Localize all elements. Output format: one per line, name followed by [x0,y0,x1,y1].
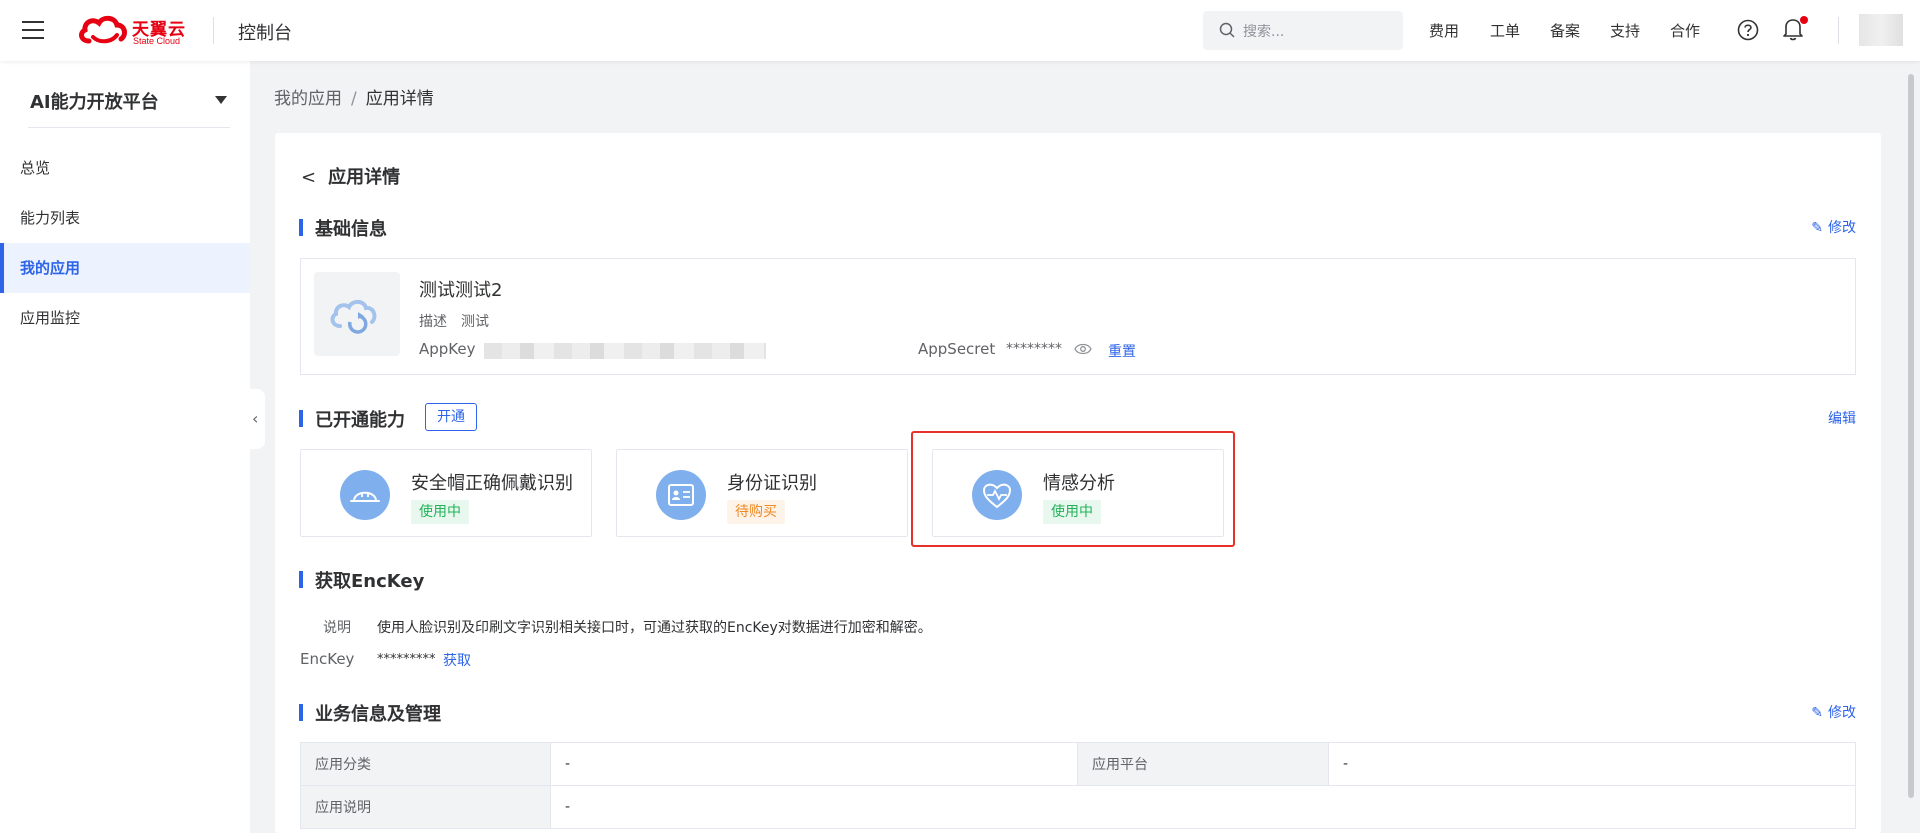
platform-title[interactable]: AI能力开放平台 [30,88,159,114]
appsecret-label: AppSecret [918,340,996,358]
desc-label: 描述 [419,314,447,330]
sidebar-item-capability-list[interactable]: 能力列表 [0,193,250,243]
app-name: 测试测试2 [419,280,503,301]
nav-support[interactable]: 支持 [1610,20,1640,41]
chevron-left-icon: ‹ [252,409,259,428]
edit-business-button[interactable]: ✎ 修改 [1811,702,1856,722]
desc-value: 测试 [461,314,489,330]
edit-label: 修改 [1828,220,1856,236]
get-enckey-button[interactable]: 获取 [443,650,471,670]
section-title-enckey: 获取EncKey [299,567,424,593]
divider [28,127,230,128]
table-label-cell: 应用平台 [1077,742,1329,786]
logo[interactable]: 天翼云 State Cloud [77,13,191,49]
page-title: 应用详情 [328,167,401,188]
reset-secret-button[interactable]: 重置 [1108,341,1136,361]
id-card-icon [656,470,706,520]
enckey-value: ********* [377,652,436,667]
avatar[interactable] [1859,14,1903,46]
capability-card-id-card[interactable]: 身份证识别 待购买 [616,449,908,537]
menu-icon[interactable] [22,21,44,39]
nav-cooperation[interactable]: 合作 [1670,20,1700,41]
nav-filing[interactable]: 备案 [1550,20,1580,41]
main-card: < 应用详情 基础信息 ✎ 修改 测试测试2 描述 测试 AppKey AppSec… [275,133,1881,833]
breadcrumb: 我的应用 / 应用详情 [274,84,434,109]
status-badge: 使用中 [411,500,469,524]
enckey-label: EncKey [300,650,355,668]
enckey-desc-label: 说明 [323,620,351,636]
enckey-desc-text: 使用人脸识别及印刷文字识别相关接口时，可通过获取的EncKey对数据进行加密和解… [377,620,932,636]
capability-name: 身份证识别 [727,473,817,494]
edit-label: 修改 [1828,705,1856,721]
sidebar-item-app-monitor[interactable]: 应用监控 [0,293,250,343]
divider [213,17,214,44]
table-row: 应用说明 - [300,785,1856,829]
appkey-value-masked [484,343,766,359]
help-icon[interactable] [1737,19,1759,41]
section-title-capabilities: 已开通能力 [299,406,405,432]
sidebar-item-my-apps[interactable]: 我的应用 [0,243,250,293]
appkey-label: AppKey [419,340,476,358]
table-value-cell: - [1328,742,1856,786]
edit-icon: ✎ [1811,705,1823,721]
sidebar-collapse-button[interactable]: ‹ [250,389,265,449]
caret-down-icon[interactable] [215,96,227,104]
helmet-icon [340,470,390,520]
search-placeholder: 搜索... [1243,24,1285,40]
divider [1838,17,1839,44]
table-row: 应用分类 - 应用平台 - [300,742,1856,786]
sidebar-item-overview[interactable]: 总览 [0,143,250,193]
cloud-logo-icon [79,15,127,44]
top-bar: 天翼云 State Cloud 控制台 搜索... 费用 工单 备案 支持 合作 [0,0,1920,61]
nav-tickets[interactable]: 工单 [1490,20,1520,41]
open-capability-button[interactable]: 开通 [425,403,477,431]
capability-card-helmet[interactable]: 安全帽正确佩戴识别 使用中 [300,449,592,537]
status-badge: 待购买 [727,500,785,524]
table-value-cell: - [550,742,1078,786]
table-label-cell: 应用说明 [300,785,551,829]
business-info-table: 应用分类 - 应用平台 - 应用说明 - [300,742,1856,829]
search-icon [1219,22,1235,38]
logo-text-en: State Cloud [133,36,181,46]
table-label-cell: 应用分类 [300,742,551,786]
edit-icon: ✎ [1811,220,1823,236]
section-title-business: 业务信息及管理 [299,700,441,726]
section-title-basic: 基础信息 [299,215,387,241]
sidebar: AI能力开放平台 总览 能力列表 我的应用 应用监控 [0,61,250,833]
capability-name: 安全帽正确佩戴识别 [411,473,573,494]
scrollbar[interactable] [1908,74,1914,798]
table-value-cell: - [550,785,1856,829]
back-button[interactable]: < 应用详情 [301,163,400,189]
eye-icon[interactable] [1074,342,1092,356]
breadcrumb-current: 应用详情 [365,89,434,109]
nav-fees[interactable]: 费用 [1429,20,1459,41]
app-icon [314,272,400,356]
breadcrumb-separator: / [351,89,357,109]
edit-basic-button[interactable]: ✎ 修改 [1811,217,1856,237]
app-info-box: 测试测试2 描述 测试 AppKey AppSecret ******** 重置 [300,258,1856,375]
heartbeat-icon [972,470,1022,520]
capability-name: 情感分析 [1043,473,1115,494]
breadcrumb-parent[interactable]: 我的应用 [274,89,342,109]
capability-card-sentiment[interactable]: 情感分析 使用中 [932,449,1224,537]
status-badge: 使用中 [1043,500,1101,524]
appsecret-value: ******** [1006,341,1062,357]
console-title[interactable]: 控制台 [238,19,292,45]
search-input[interactable]: 搜索... [1203,11,1403,50]
chevron-left-icon: < [301,167,317,188]
notification-dot [1800,16,1808,24]
cloud-sync-icon [330,299,377,334]
edit-capabilities-button[interactable]: 编辑 [1828,408,1856,428]
